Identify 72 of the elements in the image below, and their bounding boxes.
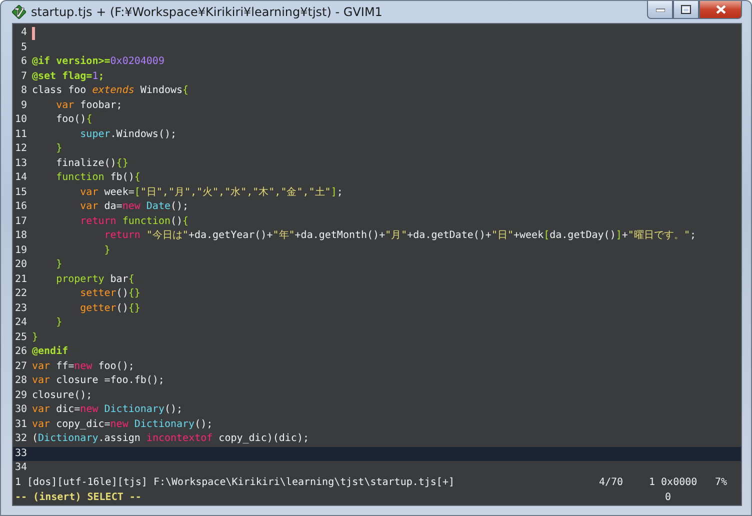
code-text: finalize(){}	[55, 156, 128, 170]
code-text: }	[55, 142, 62, 156]
code-text: property bar{	[55, 272, 134, 286]
code-text: @set flag=1;	[32, 70, 104, 84]
line-number: 26	[14, 345, 28, 359]
code-text: var da=new Date();	[79, 200, 189, 214]
command-count: 0	[665, 490, 672, 504]
maximize-button[interactable]	[673, 1, 699, 19]
code-text: var week=["日","月","火","水","木","金","土"];	[79, 186, 343, 200]
close-icon	[716, 5, 726, 14]
code-text: class foo extends Windows{	[32, 84, 189, 98]
code-text: function fb(){	[55, 171, 140, 185]
window-title: startup.tjs + (F:¥Workspace¥Kirikiri¥learning¥tjst) - GVIM1	[31, 5, 382, 19]
line-number: 6	[20, 55, 28, 69]
line-number: 7	[20, 70, 28, 84]
line-number: 23	[14, 302, 28, 316]
line-number: 31	[14, 418, 28, 432]
line-number: 20	[14, 258, 28, 272]
line-number: 13	[14, 156, 28, 170]
line-number: 22	[14, 287, 28, 301]
status-file-info: 1 [dos][utf-16le][tjs] F:\Workspace\Kirikiri\learning\tjst\startup.tjs[+]	[15, 476, 456, 490]
code-text: }	[32, 330, 38, 344]
code-text: var closure =foo.fb();	[32, 374, 164, 388]
code-text: super.Windows();	[79, 128, 177, 142]
maximize-icon	[681, 5, 691, 14]
line-number: 34	[14, 461, 28, 475]
line-number: 24	[14, 316, 28, 330]
code-text: foo(){	[55, 113, 92, 127]
line-number: 27	[14, 360, 28, 374]
line-number: 18	[14, 229, 28, 243]
mode-indicator: -- (insert) SELECT --	[15, 490, 142, 504]
line-number: 5	[20, 40, 28, 54]
line-number: 33	[14, 446, 28, 460]
line-number: 15	[14, 186, 28, 200]
line-number: 21	[14, 272, 28, 286]
status-position: 4/70	[599, 476, 624, 490]
line-number: 14	[14, 171, 28, 185]
code-text: }	[103, 244, 110, 258]
line-number: 11	[14, 128, 28, 142]
code-text: var dic=new Dictionary();	[32, 403, 183, 417]
code-text: @if version>=0x0204009	[32, 55, 164, 69]
status-column: 1 0x0000	[649, 476, 715, 490]
code-text: return function(){	[79, 214, 189, 228]
code-text: }	[55, 316, 62, 330]
code-text: var ff=new foo();	[32, 360, 134, 374]
code-text: closure();	[32, 388, 92, 402]
line-number: 12	[14, 142, 28, 156]
code-text: var foobar;	[55, 98, 122, 112]
code-text: var copy_dic=new Dictionary();	[32, 418, 213, 432]
status-percent: 7%	[715, 476, 728, 490]
line-number: 17	[14, 214, 28, 228]
line-number: 32	[14, 432, 28, 446]
line-number: 8	[20, 84, 28, 98]
minimize-icon	[656, 8, 664, 12]
code-text: return "今日は"+da.getYear()+"年"+da.getMonth()+"月"+da.getDate()+"日"+week[da.getDay()]+"曜日です。";	[103, 229, 696, 243]
code-text: (Dictionary.assign incontextof copy_dic)(dic);	[32, 432, 309, 446]
line-number: 19	[14, 244, 28, 258]
line-number: 10	[14, 113, 28, 127]
vim-logo-icon	[12, 5, 26, 19]
line-number: 28	[14, 374, 28, 388]
line-number: 25	[14, 330, 28, 344]
line-number: 4	[20, 26, 28, 40]
line-number: 16	[14, 200, 28, 214]
line-number: 9	[20, 98, 28, 112]
line-number: 30	[14, 403, 28, 417]
code-text: getter(){}	[79, 302, 140, 316]
code-text: }	[55, 258, 62, 272]
line-number: 29	[14, 388, 28, 402]
close-button[interactable]	[699, 1, 742, 19]
code-text: @endif	[32, 345, 68, 359]
minimize-button[interactable]	[647, 1, 673, 19]
code-text: setter(){}	[79, 287, 140, 301]
